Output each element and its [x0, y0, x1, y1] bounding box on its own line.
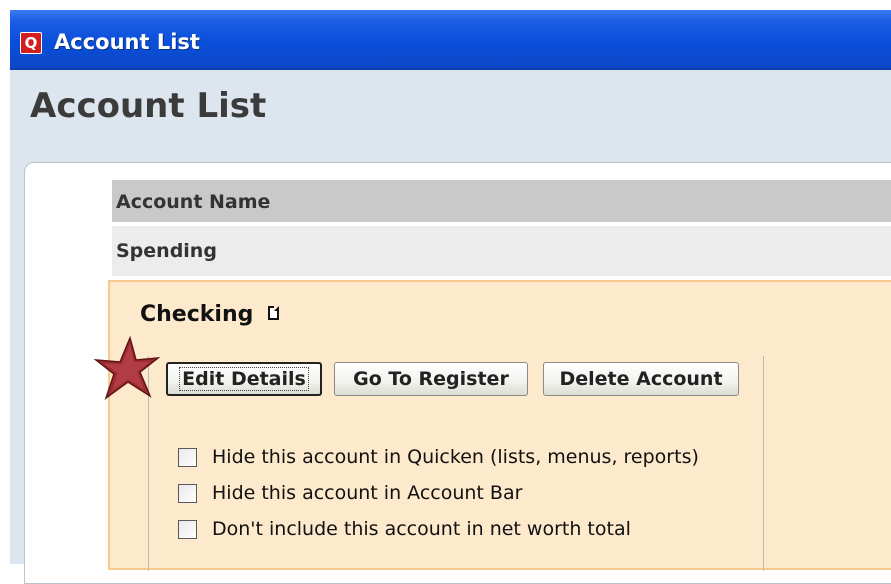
checkbox-exclude-net-worth[interactable] — [178, 520, 197, 539]
document-icon[interactable] — [268, 306, 279, 320]
star-marker-icon — [93, 335, 161, 400]
title-bar[interactable]: Q Account List — [10, 10, 891, 70]
option-label: Hide this account in Account Bar — [212, 482, 523, 504]
column-header-account-name[interactable]: Account Name — [112, 180, 891, 222]
checkbox-hide-in-quicken[interactable] — [178, 448, 197, 467]
edit-details-button[interactable]: Edit Details — [166, 362, 322, 396]
option-label: Hide this account in Quicken (lists, men… — [212, 446, 699, 468]
delete-account-button[interactable]: Delete Account — [543, 362, 739, 396]
edit-details-label: Edit Details — [179, 367, 309, 391]
group-label: Spending — [116, 240, 217, 262]
account-name[interactable]: Checking — [140, 302, 253, 327]
checkbox-hide-in-account-bar[interactable] — [178, 484, 197, 503]
group-row-spending[interactable]: Spending — [112, 226, 891, 276]
quicken-app-icon[interactable]: Q — [20, 32, 42, 54]
page-title: Account List — [30, 86, 267, 126]
window-title: Account List — [54, 30, 200, 54]
column-header-label: Account Name — [116, 191, 271, 213]
go-to-register-button[interactable]: Go To Register — [334, 362, 528, 396]
option-label: Don't include this account in net worth … — [212, 518, 631, 540]
